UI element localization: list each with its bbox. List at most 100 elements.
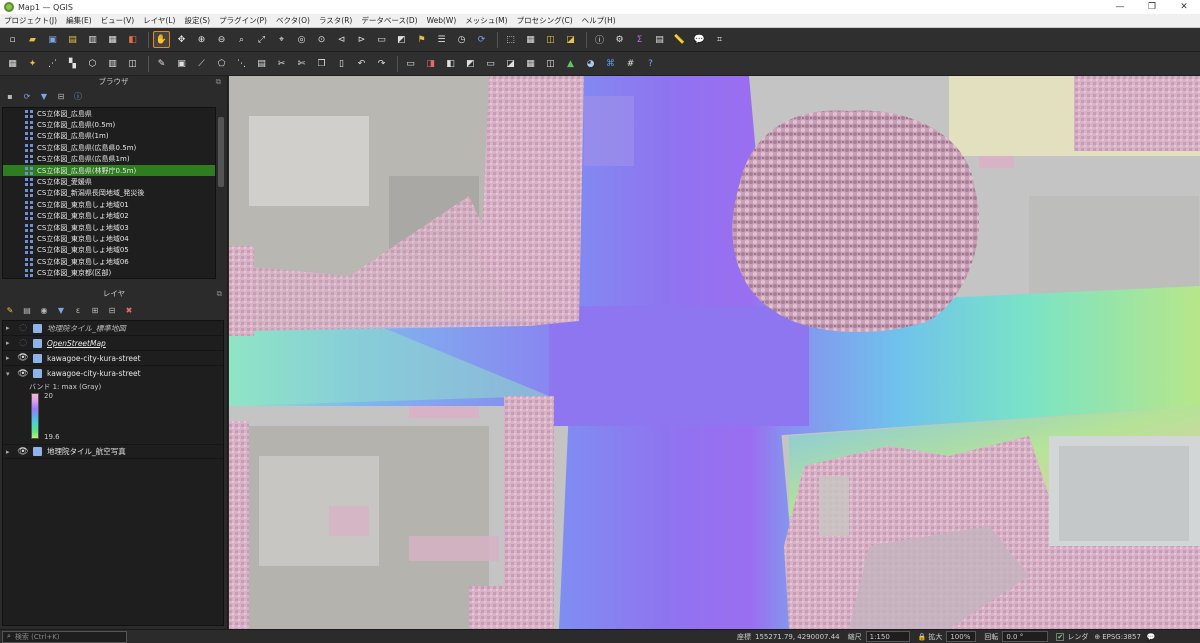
properties-icon[interactable]: ⓘ <box>72 90 84 102</box>
zoom-next-icon[interactable]: ⊳ <box>353 31 370 48</box>
manage-visibility-icon[interactable]: ◉ <box>38 304 50 316</box>
zoom-rubberband-icon[interactable]: ⌕ <box>233 31 250 48</box>
zoom-in-icon[interactable]: ⊕ <box>193 31 210 48</box>
copy-features-icon[interactable]: ❐ <box>313 55 330 72</box>
menu-mesh[interactable]: メッシュ(M) <box>465 15 507 26</box>
zoom-full-icon[interactable]: ⤢ <box>253 31 270 48</box>
data-source-manager-icon[interactable]: ▦ <box>4 55 21 72</box>
browser-item[interactable]: CS立体図_東京島しょ地域06 <box>3 256 215 267</box>
browser-item[interactable]: CS立体図_東京島しょ地域05 <box>3 245 215 256</box>
expand-arrow-icon[interactable]: ▸ <box>6 324 14 332</box>
visibility-on-icon[interactable]: 👁 <box>17 369 29 379</box>
undo-icon[interactable]: ↶ <box>353 55 370 72</box>
add-group-icon[interactable]: ▤ <box>21 304 33 316</box>
save-as-icon[interactable]: ▤ <box>64 31 81 48</box>
messages-icon[interactable]: 💬 <box>1147 633 1156 641</box>
run-feature-action-icon[interactable]: ⚙ <box>611 31 628 48</box>
pin-labels-icon[interactable]: ◧ <box>442 55 459 72</box>
new-3d-view-icon[interactable]: ◩ <box>393 31 410 48</box>
print-layout-icon[interactable]: ▥ <box>84 31 101 48</box>
rotation-spinbox[interactable]: 0.0 ° <box>1002 631 1049 642</box>
remove-layer-icon[interactable]: ✖ <box>123 304 135 316</box>
locator-search-input[interactable]: ⌕ 検索 (Ctrl+K) <box>2 630 127 643</box>
plugin-mask-icon[interactable]: ◕ <box>582 55 599 72</box>
show-hide-labels-icon[interactable]: ◫ <box>542 55 559 72</box>
browser-item-selected[interactable]: CS立体図_広島県(林野庁0.5m) <box>3 164 215 177</box>
deselect-icon[interactable]: ◪ <box>562 31 579 48</box>
menu-plugins[interactable]: プラグイン(P) <box>219 15 267 26</box>
menu-web[interactable]: Web(W) <box>427 16 457 25</box>
menu-raster[interactable]: ラスタ(R) <box>319 15 352 26</box>
add-mesh-icon[interactable]: ⬡ <box>84 55 101 72</box>
bookmark-icon[interactable]: ⚑ <box>413 31 430 48</box>
redo-icon[interactable]: ↷ <box>373 55 390 72</box>
add-polygon-icon[interactable]: ⬠ <box>213 55 230 72</box>
close-button[interactable]: ✕ <box>1168 2 1200 12</box>
field-calculator-icon[interactable]: ▤ <box>651 31 668 48</box>
add-csv-icon[interactable]: ▥ <box>104 55 121 72</box>
menu-vector[interactable]: ベクタ(O) <box>276 15 310 26</box>
maximize-button[interactable]: ❐ <box>1136 2 1168 12</box>
highlight-labels-icon[interactable]: ◩ <box>462 55 479 72</box>
expand-arrow-icon[interactable]: ▸ <box>6 448 14 456</box>
visibility-off-icon[interactable]: ◌ <box>17 338 29 348</box>
browser-item[interactable]: CS立体図_東京島しょ地域04 <box>3 233 215 244</box>
layer-labeling-icon[interactable]: ◨ <box>422 55 439 72</box>
zoom-out-icon[interactable]: ⊖ <box>213 31 230 48</box>
scrollbar-thumb[interactable] <box>218 117 224 187</box>
magnifier-spinbox[interactable]: 100% <box>946 631 977 642</box>
cut-features-icon[interactable]: ✄ <box>293 55 310 72</box>
open-project-icon[interactable]: ▰ <box>24 31 41 48</box>
menu-processing[interactable]: プロセシング(C) <box>517 15 573 26</box>
zoom-layer-icon[interactable]: ◎ <box>293 31 310 48</box>
coordinate-value[interactable]: 155271.79, 4290007.44 <box>755 633 840 641</box>
change-label-icon[interactable]: ▦ <box>522 55 539 72</box>
filter-by-expression-icon[interactable]: ε <box>72 304 84 316</box>
render-checkbox[interactable]: ✔ <box>1056 632 1065 641</box>
menu-project[interactable]: プロジェクト(J) <box>4 15 57 26</box>
temporal-controller-icon[interactable]: ◷ <box>453 31 470 48</box>
crs-button[interactable]: EPSG:3857 <box>1102 633 1141 641</box>
add-raster-icon[interactable]: ▚ <box>64 55 81 72</box>
new-map-view-icon[interactable]: ▭ <box>373 31 390 48</box>
lock-scale-icon[interactable]: 🔒 <box>918 633 927 641</box>
paste-features-icon[interactable]: ▯ <box>333 55 350 72</box>
minimize-button[interactable]: — <box>1104 2 1136 12</box>
browser-item[interactable]: CS立体図_東京島しょ地域03 <box>3 222 215 233</box>
georeferencer-icon[interactable]: ▲ <box>562 55 579 72</box>
filter-icon[interactable]: ▼ <box>38 90 50 102</box>
pan-map-icon[interactable]: ✋ <box>153 31 170 48</box>
map-canvas[interactable] <box>229 76 1200 629</box>
menu-layer[interactable]: レイヤ(L) <box>143 15 175 26</box>
menu-edit[interactable]: 編集(E) <box>66 15 92 26</box>
help-icon[interactable]: ? <box>642 55 659 72</box>
browser-item[interactable]: CS立体図_東京島しょ地域01 <box>3 199 215 210</box>
layer-row[interactable]: ▸ ◌ OpenStreetMap <box>3 336 223 351</box>
filter-legend-icon[interactable]: ▼ <box>55 304 67 316</box>
zoom-last-icon[interactable]: ⊲ <box>333 31 350 48</box>
add-vector-icon[interactable]: ⋰ <box>44 55 61 72</box>
expand-all-icon[interactable]: ⊞ <box>89 304 101 316</box>
menu-view[interactable]: ビュー(V) <box>101 15 134 26</box>
add-virtual-layer-icon[interactable]: ◫ <box>124 55 141 72</box>
layer-row[interactable]: ▾ 👁 kawagoe-city-kura-street <box>3 366 223 381</box>
save-edits-icon[interactable]: ▣ <box>173 55 190 72</box>
new-project-icon[interactable]: ▫ <box>4 31 21 48</box>
identify-icon[interactable]: ⓘ <box>591 31 608 48</box>
move-label-icon[interactable]: ▭ <box>482 55 499 72</box>
menu-database[interactable]: データベース(D) <box>361 15 417 26</box>
refresh-icon[interactable]: ⟳ <box>473 31 490 48</box>
menu-help[interactable]: ヘルプ(H) <box>582 15 616 26</box>
identify-features-icon[interactable]: ⬚ <box>502 31 519 48</box>
browser-item[interactable]: CS立体図_愛媛県 <box>3 176 215 187</box>
grid-plugin-icon[interactable]: # <box>622 55 639 72</box>
menu-settings[interactable]: 設定(S) <box>184 15 210 26</box>
python-console-icon[interactable]: ⌘ <box>602 55 619 72</box>
save-project-icon[interactable]: ▣ <box>44 31 61 48</box>
style-manager-icon[interactable]: ◧ <box>124 31 141 48</box>
collapse-arrow-icon[interactable]: ▾ <box>6 370 14 378</box>
text-annotation-icon[interactable]: ⌗ <box>711 31 728 48</box>
zoom-selection-icon[interactable]: ⌖ <box>273 31 290 48</box>
browser-item[interactable]: CS立体図_広島県(広島県0.5m) <box>3 142 215 153</box>
edit-pencil-icon[interactable]: ✎ <box>153 55 170 72</box>
